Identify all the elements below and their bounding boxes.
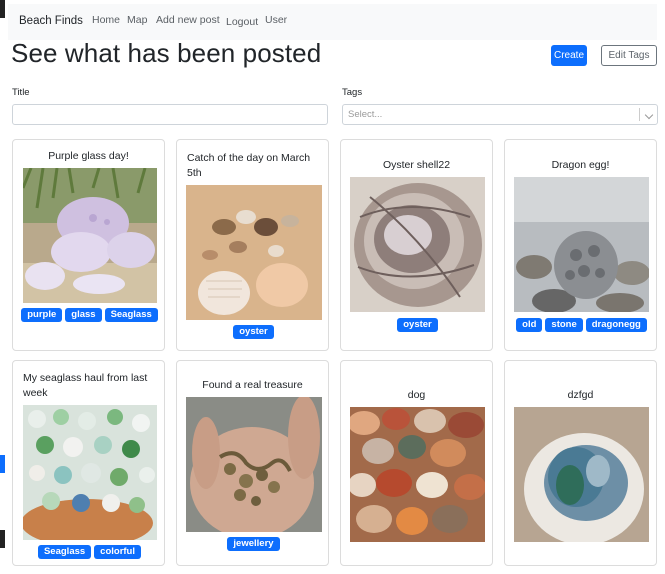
post-title: Dragon egg! xyxy=(551,159,610,171)
tag-badge[interactable]: stone xyxy=(545,318,583,332)
nav-link-logout[interactable]: Logout xyxy=(226,16,258,28)
tags-select[interactable]: Select... xyxy=(342,104,658,125)
post-tags: purple glass Seaglass xyxy=(17,308,162,322)
page-title: See what has been posted xyxy=(11,38,322,68)
post-tags: jewellery xyxy=(181,537,326,551)
nav-link-user[interactable]: User xyxy=(265,14,287,26)
post-card[interactable]: Oyster shell22 oyster xyxy=(340,139,493,351)
post-tags: Seaglass colorful xyxy=(17,545,162,559)
title-filter-label: Title xyxy=(12,87,30,98)
edge-mark xyxy=(0,0,5,18)
post-title: Oyster shell22 xyxy=(382,159,451,171)
tags-filter-label: Tags xyxy=(342,87,363,98)
title-filter-input[interactable] xyxy=(12,104,328,125)
post-card[interactable]: Dragon egg! old stone dragonegg xyxy=(504,139,657,351)
post-image-shells[interactable] xyxy=(186,185,322,320)
post-tags: oyster xyxy=(345,318,490,332)
tag-badge[interactable]: oyster xyxy=(397,318,438,332)
post-title: Purple glass day! xyxy=(48,150,129,162)
tag-badge[interactable]: colorful xyxy=(94,545,142,559)
chevron-down-icon[interactable] xyxy=(644,110,654,120)
post-image-oyster-shell[interactable] xyxy=(350,177,485,312)
post-card[interactable]: dog xyxy=(340,360,493,566)
create-button[interactable]: Create xyxy=(551,45,587,66)
post-tags: old stone dragonegg xyxy=(509,318,654,332)
tag-badge[interactable]: purple xyxy=(21,308,63,322)
nav-link-home[interactable]: Home xyxy=(92,14,120,26)
post-card[interactable]: dzfgd xyxy=(504,360,657,566)
tag-badge[interactable]: oyster xyxy=(233,325,274,339)
post-title: dog xyxy=(407,389,426,401)
tag-badge[interactable]: old xyxy=(516,318,543,332)
post-image-treasure[interactable] xyxy=(186,397,322,532)
post-card[interactable]: My seaglass haul from last week Seaglass… xyxy=(12,360,165,566)
select-divider xyxy=(639,108,640,121)
post-card[interactable]: Found a real treasure jewellery xyxy=(176,360,329,566)
post-image-dragon-egg[interactable] xyxy=(514,177,649,312)
navbar: Beach Finds Home Map Add new post Logout… xyxy=(8,4,657,40)
edge-mark xyxy=(0,455,5,473)
post-image-pebbles[interactable] xyxy=(350,407,485,542)
post-image-purple-glass[interactable] xyxy=(23,168,157,303)
post-image-seaglass-haul[interactable] xyxy=(23,405,157,540)
edge-mark xyxy=(0,530,5,548)
navbar-brand[interactable]: Beach Finds xyxy=(19,15,83,27)
window-edge xyxy=(0,0,8,574)
post-image-sea-glass[interactable] xyxy=(514,407,649,542)
post-card[interactable]: Catch of the day on March 5th oyster xyxy=(176,139,329,351)
tag-badge[interactable]: Seaglass xyxy=(37,545,92,559)
nav-link-add-post[interactable]: Add new post xyxy=(156,14,220,26)
post-title: My seaglass haul from last week xyxy=(23,372,148,399)
tag-badge[interactable]: jewellery xyxy=(227,537,280,551)
tags-select-placeholder: Select... xyxy=(348,109,383,120)
tag-badge[interactable]: dragonegg xyxy=(585,318,647,332)
post-title: Catch of the day on March 5th xyxy=(187,152,311,179)
post-title: Found a real treasure xyxy=(202,379,303,391)
tag-badge[interactable]: Seaglass xyxy=(104,308,158,322)
post-card[interactable]: Purple glass day! purple glass Seaglass xyxy=(12,139,165,351)
post-tags: oyster xyxy=(181,325,326,339)
tag-badge[interactable]: glass xyxy=(65,308,102,322)
edit-tags-button[interactable]: Edit Tags xyxy=(601,45,657,66)
nav-link-map[interactable]: Map xyxy=(127,14,147,26)
post-title: dzfgd xyxy=(567,389,594,401)
